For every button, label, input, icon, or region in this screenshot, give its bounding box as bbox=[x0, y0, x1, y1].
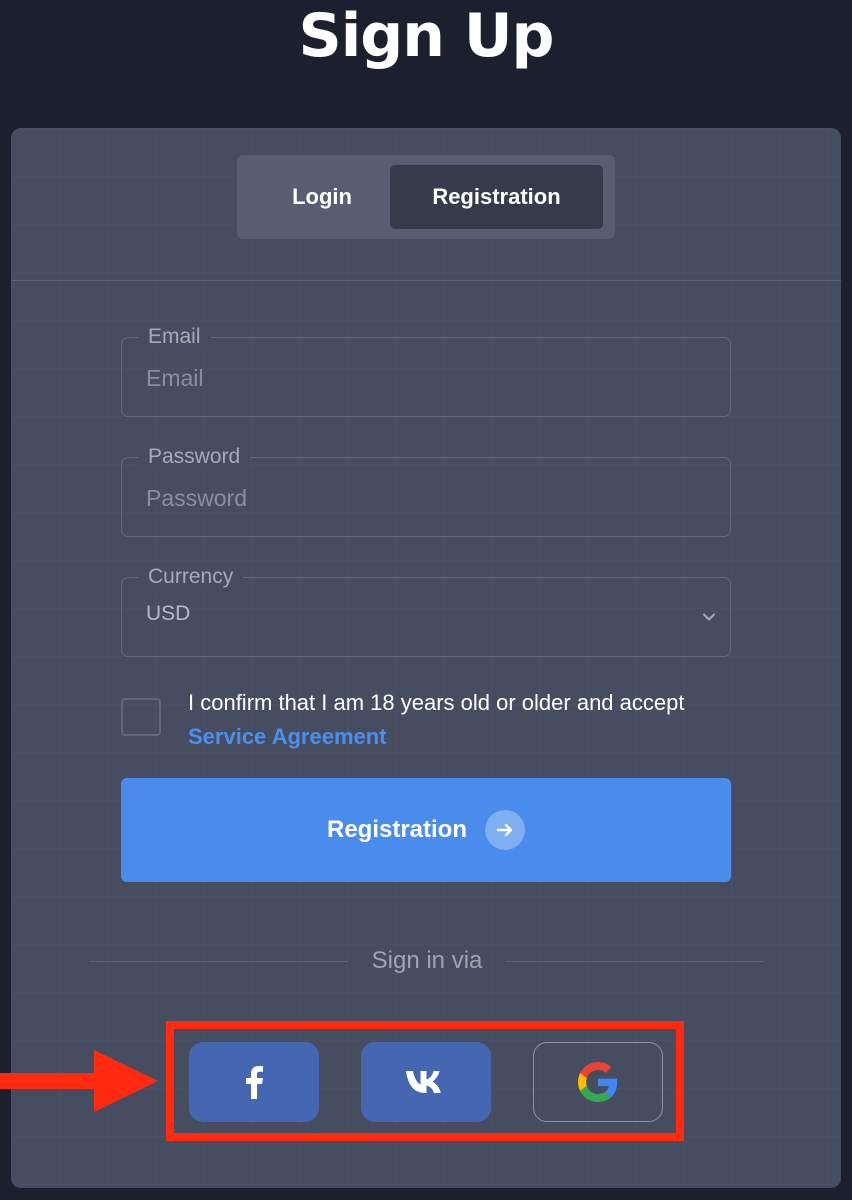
vk-button[interactable] bbox=[361, 1042, 491, 1122]
separator-line-left bbox=[90, 960, 348, 962]
facebook-button[interactable] bbox=[189, 1042, 319, 1122]
sign-in-via-label: Sign in via bbox=[371, 947, 483, 974]
vk-icon bbox=[406, 1071, 441, 1093]
tabs-divider bbox=[11, 280, 841, 281]
facebook-icon bbox=[246, 1066, 263, 1099]
sign-in-via-separator: Sign in via bbox=[90, 946, 765, 976]
google-button[interactable] bbox=[533, 1042, 663, 1122]
arrow-right-icon bbox=[485, 810, 525, 850]
red-arrow-icon bbox=[0, 1050, 158, 1112]
service-agreement-link[interactable]: Service Agreement bbox=[188, 720, 387, 754]
tab-login[interactable]: Login bbox=[247, 165, 397, 229]
page-title: Sign Up bbox=[298, 1, 554, 71]
auth-tabs: Login Registration bbox=[237, 155, 615, 239]
password-field: Password bbox=[121, 444, 731, 537]
registration-button[interactable]: Registration bbox=[121, 778, 731, 882]
currency-value: USD bbox=[146, 602, 191, 625]
email-field: Email bbox=[121, 324, 731, 417]
password-input[interactable] bbox=[146, 480, 686, 516]
email-label: Email bbox=[138, 324, 211, 350]
email-input[interactable] bbox=[146, 360, 686, 396]
currency-select[interactable]: Currency USD bbox=[121, 564, 731, 657]
registration-button-label: Registration bbox=[326, 816, 467, 843]
confirm-label: I confirm that I am 18 years old or olde… bbox=[188, 690, 685, 715]
password-label: Password bbox=[138, 444, 251, 470]
tab-registration[interactable]: Registration bbox=[390, 165, 603, 229]
age-confirm-text: I confirm that I am 18 years old or olde… bbox=[188, 686, 748, 754]
chevron-down-icon bbox=[703, 613, 715, 621]
google-icon bbox=[578, 1062, 618, 1102]
currency-label: Currency bbox=[138, 564, 244, 590]
age-confirm-checkbox[interactable] bbox=[121, 698, 161, 736]
separator-line-right bbox=[506, 960, 765, 962]
